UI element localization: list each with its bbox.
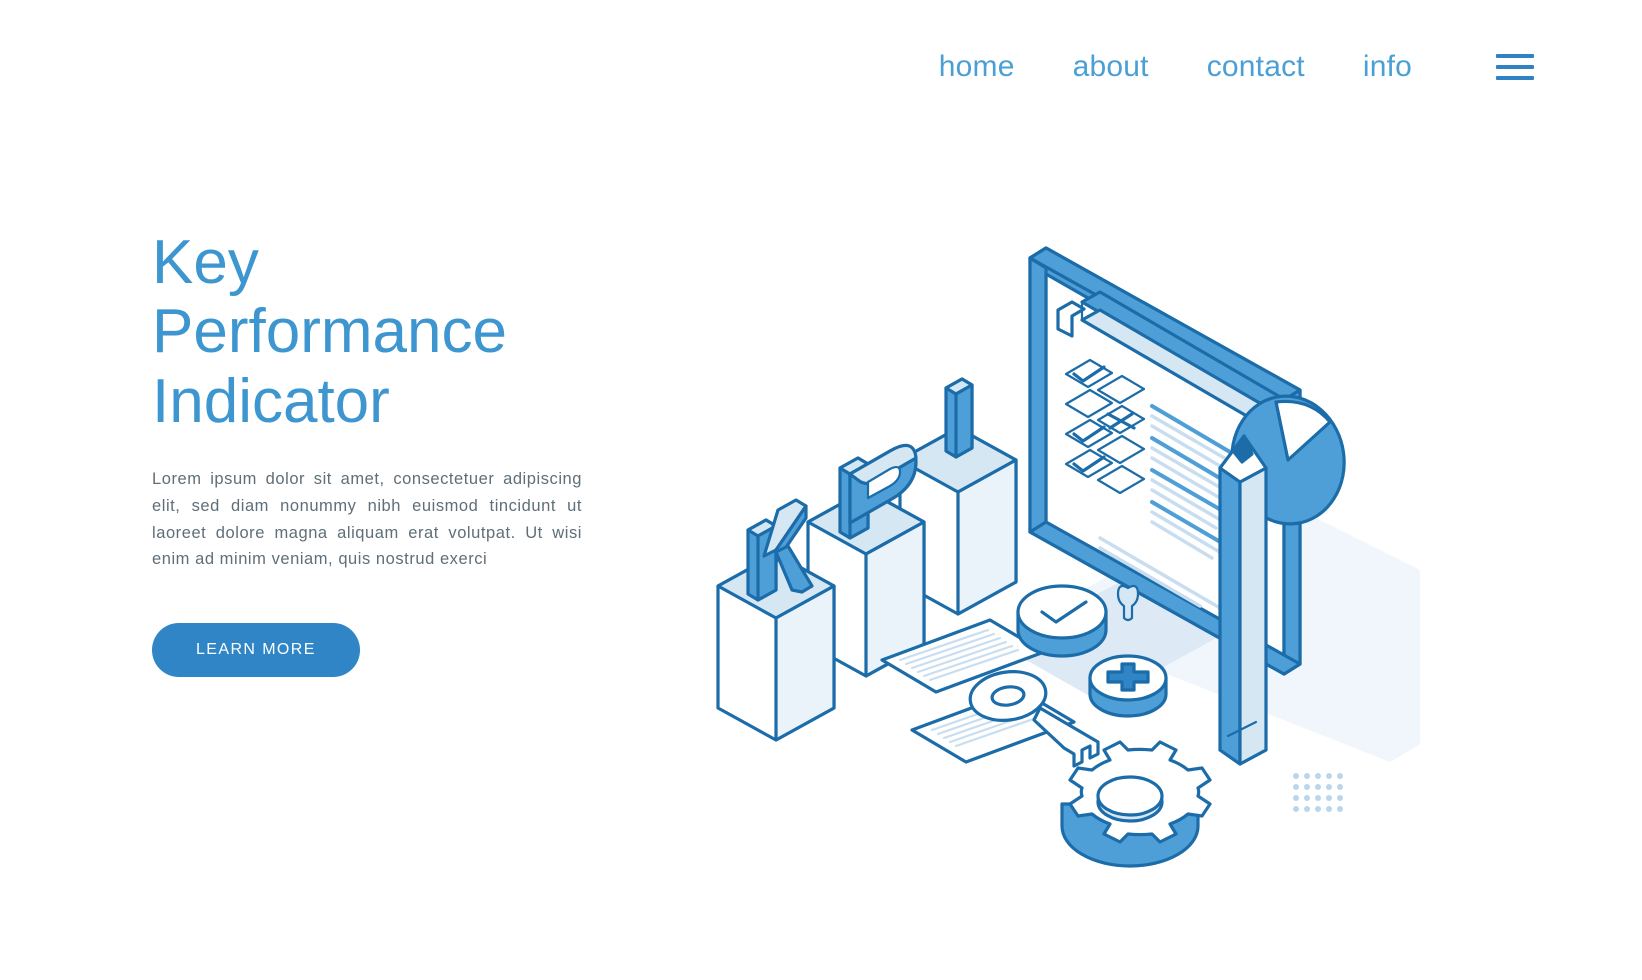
pencil: [1218, 434, 1268, 766]
plus-circle-button[interactable]: [1088, 654, 1168, 718]
bar-chart-ascending: [716, 377, 1018, 742]
hamburger-menu-icon[interactable]: [1496, 54, 1534, 80]
nav-link-home[interactable]: home: [939, 52, 1015, 82]
letter-i-block: [944, 377, 974, 459]
gear-cog: [1060, 740, 1212, 868]
hero-copy-block: Key Performance Indicator Lorem ipsum do…: [152, 228, 592, 678]
hamburger-bar: [1496, 76, 1534, 80]
hero-paragraph: Lorem ipsum dolor sit amet, consectetuer…: [152, 470, 582, 569]
dot-grid: [1293, 773, 1343, 812]
nav-link-about[interactable]: about: [1073, 52, 1149, 82]
main-navigation: home about contact info: [939, 52, 1534, 82]
kpi-isometric-illustration: .dk { stroke:#1b6ca8; stroke-width:3.2; …: [700, 190, 1420, 910]
check-circle-button[interactable]: [1016, 584, 1108, 658]
nav-link-contact[interactable]: contact: [1207, 52, 1305, 82]
page-title: Key Performance Indicator: [152, 228, 507, 436]
landing-page: home about contact info Key Performance …: [0, 0, 1642, 980]
hamburger-bar: [1496, 65, 1534, 69]
nav-link-info[interactable]: info: [1363, 52, 1412, 82]
hamburger-bar: [1496, 54, 1534, 58]
learn-more-button[interactable]: LEARN MORE: [152, 623, 360, 678]
